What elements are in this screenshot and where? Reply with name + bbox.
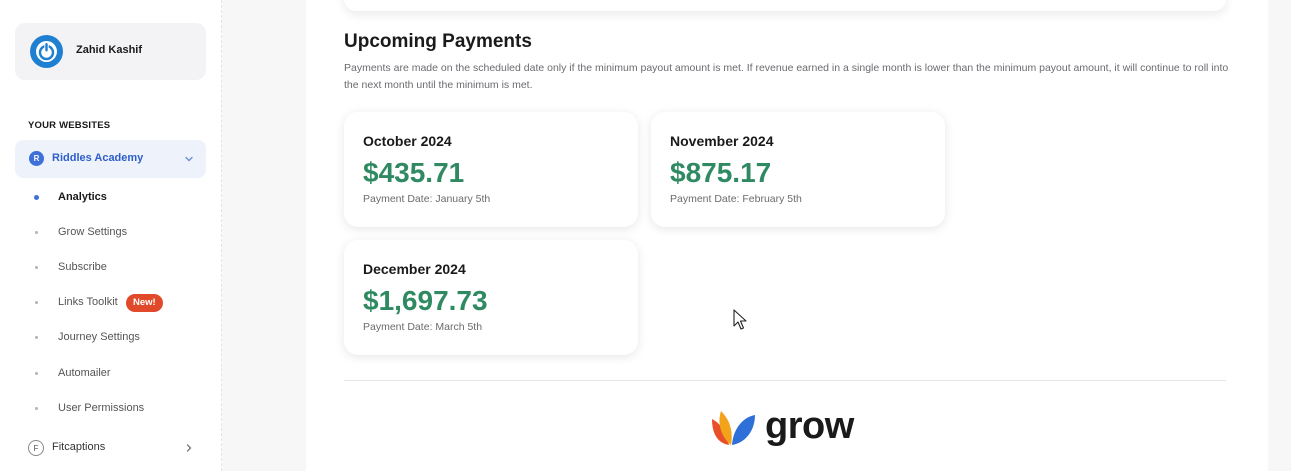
chevron-down-icon xyxy=(185,156,193,162)
main-content: Upcoming Payments Payments are made on t… xyxy=(306,0,1268,471)
page-title: Upcoming Payments xyxy=(344,31,532,52)
payment-month: November 2024 xyxy=(670,133,774,149)
user-name: Zahid Kashif xyxy=(76,44,143,56)
site-name: Riddles Academy xyxy=(52,152,144,164)
payment-month: October 2024 xyxy=(363,133,452,149)
sidebar-item-label: Subscribe xyxy=(58,261,107,273)
sidebar-item-subscribe[interactable]: Subscribe xyxy=(0,255,222,281)
site-badge: R xyxy=(29,151,44,166)
sidebar-item-label: Journey Settings xyxy=(58,331,140,343)
power-icon xyxy=(30,35,63,68)
app-window: Zahid Kashif YOUR WEBSITES R Riddles Aca… xyxy=(0,0,1291,471)
payment-amount: $435.71 xyxy=(363,157,465,188)
sidebar-item-label: Automailer xyxy=(58,367,111,379)
nav-dot xyxy=(35,266,38,269)
site-badge: F xyxy=(28,440,44,456)
nav-dot xyxy=(35,372,38,375)
payment-date: Payment Date: February 5th xyxy=(670,193,802,205)
payments-description: Payments are made on the scheduled date … xyxy=(344,62,1229,91)
sidebar-item-label: Analytics xyxy=(58,191,107,203)
site-name: Fitcaptions xyxy=(52,441,106,453)
payment-date: Payment Date: March 5th xyxy=(363,321,483,333)
nav-dot xyxy=(35,336,38,339)
payment-amount: $1,697.73 xyxy=(363,285,488,316)
sidebar-item-label: Links Toolkit xyxy=(58,296,118,308)
grow-logo: grow xyxy=(709,405,869,449)
footer-divider xyxy=(344,380,1226,381)
sidebar-item-analytics[interactable]: Analytics xyxy=(0,185,222,211)
nav-dot xyxy=(35,407,38,410)
nav-dot xyxy=(35,301,38,304)
sidebar-item-links-toolkit[interactable]: Links Toolkit New! xyxy=(0,290,222,316)
websites-section-title: YOUR WEBSITES xyxy=(28,120,111,131)
sidebar-item-grow-settings[interactable]: Grow Settings xyxy=(0,220,222,246)
nav-dot xyxy=(35,231,38,234)
new-badge: New! xyxy=(126,294,163,312)
payment-amount: $875.17 xyxy=(670,157,772,188)
sidebar-item-label: User Permissions xyxy=(58,402,145,414)
sidebar-item-automailer[interactable]: Automailer xyxy=(0,361,222,387)
site-riddles-academy[interactable]: R Riddles Academy xyxy=(15,140,206,178)
sidebar-item-user-permissions[interactable]: User Permissions xyxy=(0,396,222,422)
site-fitcaptions[interactable]: F Fitcaptions xyxy=(15,436,206,460)
sidebar-item-label: Grow Settings xyxy=(58,226,128,238)
payment-month: December 2024 xyxy=(363,261,466,277)
previous-card xyxy=(344,0,1226,11)
chevron-right-icon xyxy=(186,444,192,452)
payment-date: Payment Date: January 5th xyxy=(363,193,491,205)
sidebar: Zahid Kashif YOUR WEBSITES R Riddles Aca… xyxy=(0,0,222,471)
sidebar-item-journey-settings[interactable]: Journey Settings xyxy=(0,325,222,351)
user-card[interactable]: Zahid Kashif xyxy=(15,23,206,80)
nav-dot xyxy=(34,195,39,200)
payment-card-november-2024: November 2024 $875.17 Payment Date: Febr… xyxy=(651,112,945,227)
grow-logo-text: grow xyxy=(765,405,854,447)
right-gutter xyxy=(1268,0,1291,471)
mouse-cursor-icon xyxy=(733,309,747,330)
payment-card-december-2024: December 2024 $1,697.73 Payment Date: Ma… xyxy=(344,240,638,355)
grow-logo-icon xyxy=(712,411,755,445)
payment-card-october-2024: October 2024 $435.71 Payment Date: Janua… xyxy=(344,112,638,227)
